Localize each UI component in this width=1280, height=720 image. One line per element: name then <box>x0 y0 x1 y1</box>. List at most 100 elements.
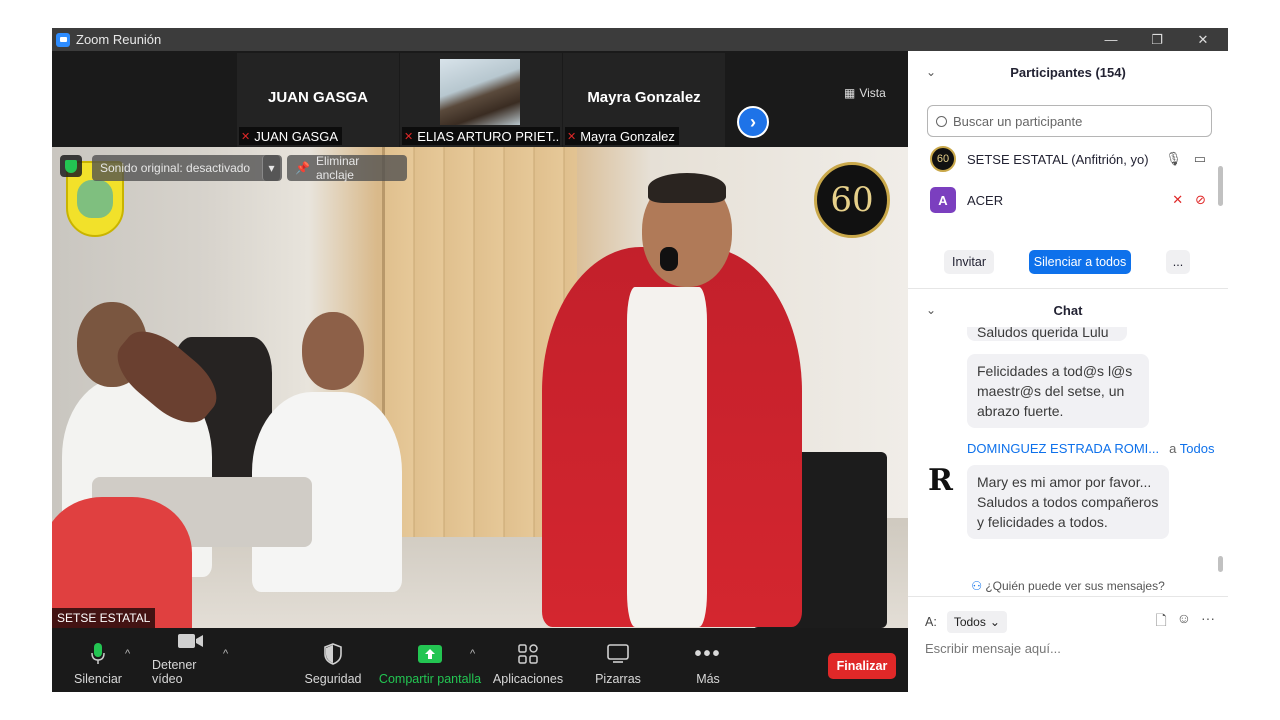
chevron-up-icon[interactable]: ^ <box>470 648 475 660</box>
participant-name: ACER <box>967 192 1004 208</box>
chat-scrollbar[interactable] <box>1218 556 1223 572</box>
chat-recipient[interactable]: Todos <box>1180 441 1215 456</box>
window-title: Zoom Reunión <box>76 32 162 47</box>
video-speaker <box>627 287 707 627</box>
avatar: 60 <box>930 146 956 172</box>
chat-title: Chat <box>1053 302 1083 318</box>
share-screen-label: Compartir pantalla <box>378 672 482 686</box>
original-sound-button[interactable]: Sonido original: desactivado <box>92 155 282 181</box>
who-can-see-label: ¿Quién puede ver sus mensajes? <box>985 579 1165 593</box>
chat-sender-name[interactable]: DOMINGUEZ ESTRADA ROMI... <box>967 441 1159 456</box>
more-dots-icon[interactable]: ··· <box>1201 610 1215 634</box>
chevron-up-icon[interactable]: ^ <box>223 648 228 660</box>
end-meeting-button[interactable]: Finalizar <box>828 653 896 679</box>
video-camera-icon <box>178 628 204 654</box>
chat-message: Saludos querida Lulu <box>967 327 1127 341</box>
chevron-down-icon: ▾ <box>268 161 275 175</box>
mic-muted-icon[interactable]: ✕ <box>1172 192 1183 208</box>
chat-message-text: Saludos querida Lulu <box>977 327 1109 340</box>
thumbnail-name: JUAN GASGA <box>267 89 368 106</box>
grid-icon: ▦ <box>844 86 856 100</box>
participants-more-button[interactable]: ... <box>1166 250 1190 274</box>
recipient-dropdown[interactable]: Todos ⌄ <box>946 611 1007 633</box>
chevron-down-icon[interactable]: ⌄ <box>926 303 936 317</box>
chat-to-prefix: a <box>1169 441 1177 456</box>
participant-thumbnail[interactable]: Mayra Gonzalez ✕ Mayra Gonzalez <box>563 53 725 147</box>
file-icon[interactable]: 🗋 <box>1155 610 1166 634</box>
video-off-icon[interactable]: ⊘ <box>1195 192 1206 208</box>
participant-row[interactable]: A ACER ✕ ⊘ <box>930 185 1210 215</box>
share-screen-button[interactable]: Compartir pantalla <box>378 628 482 692</box>
who-can-see-link[interactable]: ⚇ ¿Quién puede ver sus mensajes? <box>908 579 1228 593</box>
close-button[interactable]: ✕ <box>1180 28 1226 51</box>
mute-label: Silenciar <box>74 672 122 686</box>
unpin-button[interactable]: 📌 Eliminar anclaje <box>287 154 407 182</box>
microphone-prop <box>660 247 678 271</box>
chat-message: Mary es mi amor por favor... Saludos a t… <box>967 465 1169 539</box>
meeting-toolbar: Silenciar ^ Detener vídeo ^ Seguridad Co… <box>52 628 908 692</box>
chat-messages[interactable]: Saludos querida Lulu Felicidades a tod@s… <box>908 327 1228 573</box>
invite-button[interactable]: Invitar <box>944 250 994 274</box>
original-sound-label: Sonido original: desactivado <box>100 161 251 175</box>
chevron-up-icon[interactable]: ^ <box>125 648 130 660</box>
more-dots-icon: ••• <box>694 642 722 665</box>
chat-message-text: Felicidades a tod@s l@s maestr@s del set… <box>977 363 1133 419</box>
active-speaker-video[interactable]: 60 Sonido original: desactivado ▾ 📌 Elim… <box>52 147 908 628</box>
whiteboards-button[interactable]: Pizarras <box>592 628 644 692</box>
whiteboard-icon <box>607 640 629 668</box>
view-button[interactable]: ▦ Vista <box>844 86 886 100</box>
recipient-value: Todos <box>953 615 986 629</box>
anniversary-logo: 60 <box>814 162 890 238</box>
original-sound-dropdown[interactable]: ▾ <box>262 155 280 181</box>
restore-button[interactable]: ❐ <box>1134 28 1180 51</box>
recipient-label: A: <box>925 615 937 629</box>
search-placeholder: Buscar un participante <box>953 113 1083 129</box>
chat-message-text: Mary es mi amor por favor... Saludos a t… <box>977 474 1159 530</box>
participant-row[interactable]: 60 SETSE ESTATAL (Anfitrión, yo) 🎙 ▭ <box>930 144 1210 174</box>
avatar: A <box>930 187 956 213</box>
view-button-label: Vista <box>859 86 886 100</box>
mic-muted-icon: ✕ <box>404 130 414 143</box>
chat-recipient-row: A: Todos ⌄ 🗋 ☺ ··· <box>925 610 1215 634</box>
share-screen-icon <box>418 640 442 668</box>
zoom-window: Zoom Reunión — ❐ ✕ JUAN GASGA ✕ JUAN GAS… <box>52 28 1228 692</box>
chat-sender[interactable]: DOMINGUEZ ESTRADA ROMI... a Todos <box>967 441 1214 456</box>
apps-label: Aplicaciones <box>492 672 564 686</box>
apps-icon <box>518 640 538 668</box>
participant-thumbnail[interactable]: JUAN GASGA ✕ JUAN GASGA <box>237 53 399 147</box>
participants-header: ⌄ Participantes (154) <box>908 51 1228 93</box>
whiteboards-label: Pizarras <box>595 672 641 686</box>
chevron-down-icon[interactable]: ⌄ <box>926 65 936 79</box>
mic-muted-icon: ✕ <box>567 130 577 143</box>
video-speaker <box>648 173 726 203</box>
chevron-down-icon: ⌄ <box>989 615 1000 629</box>
thumbnail-strip: JUAN GASGA ✕ JUAN GASGA ✕ ELIAS ARTURO P… <box>52 51 908 147</box>
participant-search-input[interactable]: Buscar un participante <box>927 105 1212 137</box>
video-camera-icon[interactable]: ▭ <box>1194 151 1206 167</box>
speaker-name-label: SETSE ESTATAL <box>52 608 156 628</box>
security-button[interactable]: Seguridad <box>304 628 362 692</box>
mute-button[interactable]: Silenciar <box>72 628 124 692</box>
thumbnail-label-text: ELIAS ARTURO PRIET... <box>417 128 560 144</box>
participant-thumbnail[interactable]: ✕ ELIAS ARTURO PRIET... <box>400 53 562 147</box>
mute-all-button[interactable]: Silenciar a todos <box>1029 250 1131 274</box>
participants-title: Participantes (154) <box>1010 64 1126 80</box>
mic-muted-icon: ✕ <box>241 130 251 143</box>
participants-scrollbar[interactable] <box>1218 166 1223 206</box>
chat-message-input[interactable]: Escribir mensaje aquí... <box>925 641 1061 656</box>
pin-icon: 📌 <box>295 161 310 175</box>
more-button[interactable]: ••• Más <box>682 628 734 692</box>
stop-video-button[interactable]: Detener vídeo <box>152 628 230 692</box>
thumbnail-label: ✕ ELIAS ARTURO PRIET... <box>402 127 560 145</box>
emoji-icon[interactable]: ☺ <box>1177 610 1191 634</box>
avatar: R <box>928 463 953 498</box>
stop-video-label: Detener vídeo <box>152 658 197 686</box>
microphone-icon[interactable]: 🎙 <box>1165 151 1182 167</box>
thumbnail-label-text: JUAN GASGA <box>254 128 339 144</box>
apps-button[interactable]: Aplicaciones <box>492 628 564 692</box>
microphone-icon <box>91 640 105 668</box>
minimize-button[interactable]: — <box>1088 28 1134 51</box>
next-page-button[interactable]: › <box>737 106 769 138</box>
encryption-shield-icon[interactable] <box>60 155 82 177</box>
panel-divider <box>908 596 1228 597</box>
